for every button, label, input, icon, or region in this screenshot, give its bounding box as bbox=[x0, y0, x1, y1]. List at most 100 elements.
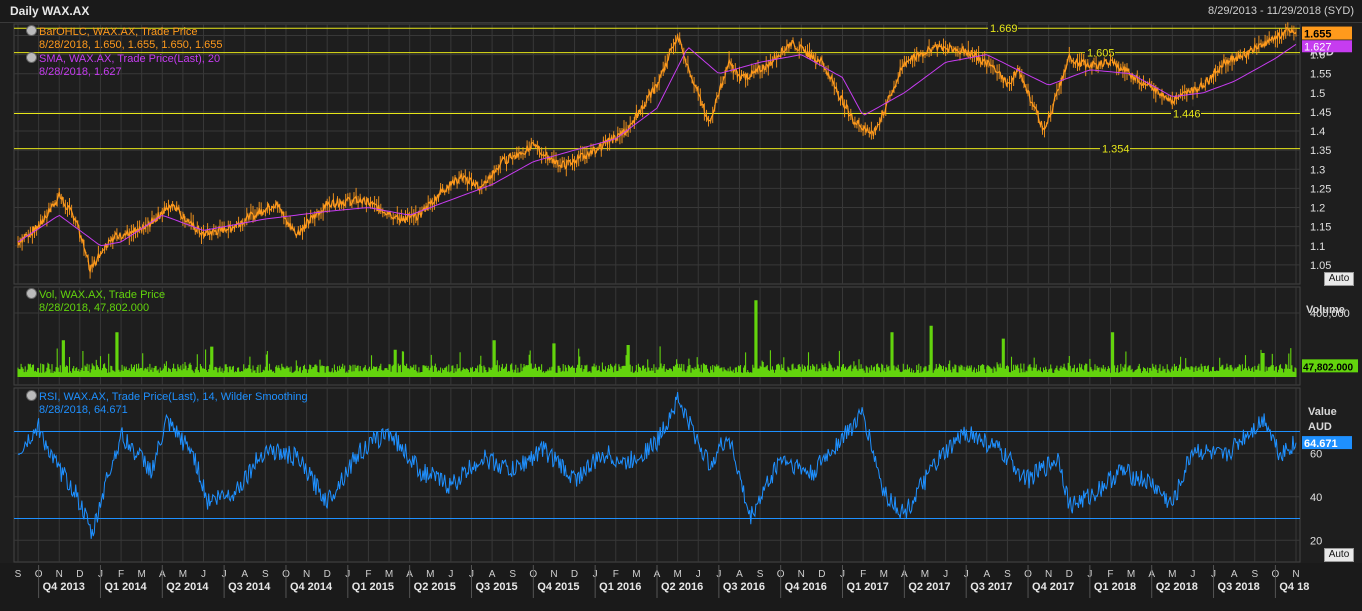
quarter-tick-label: Q3 2018 bbox=[1218, 581, 1260, 593]
rsi-legend-values: 8/28/2018, 64.671 bbox=[39, 404, 128, 416]
sma-legend-title: SMA, WAX.AX, Trade Price(Last), 20 bbox=[39, 53, 221, 65]
quarter-tick-label: Q2 2018 bbox=[1156, 581, 1198, 593]
price-tick-label: 1.15 bbox=[1310, 222, 1331, 234]
quarter-tick-label: Q4 18 bbox=[1279, 581, 1309, 593]
last-sma-value: 1.627 bbox=[1304, 41, 1332, 53]
price-tick-label: 1.05 bbox=[1310, 260, 1331, 272]
month-tick-label: D bbox=[324, 569, 331, 580]
quarter-tick-label: Q1 2015 bbox=[352, 581, 394, 593]
month-tick-label: M bbox=[880, 569, 888, 580]
legend-toggle-icon[interactable] bbox=[26, 390, 37, 401]
price-tick-label: 1.4 bbox=[1310, 126, 1325, 138]
month-tick-label: A bbox=[983, 569, 990, 580]
rsi-tick-label: 20 bbox=[1310, 535, 1322, 547]
month-tick-label: M bbox=[673, 569, 681, 580]
quarter-tick-label: Q3 2017 bbox=[970, 581, 1012, 593]
quarter-tick-label: Q4 2016 bbox=[785, 581, 827, 593]
month-tick-label: J bbox=[201, 569, 206, 580]
month-tick-label: F bbox=[613, 569, 619, 580]
month-tick-label: S bbox=[757, 569, 764, 580]
month-tick-label: F bbox=[118, 569, 124, 580]
price-tick-label: 1.1 bbox=[1310, 241, 1325, 253]
month-tick-label: N bbox=[303, 569, 310, 580]
legend-toggle-icon[interactable] bbox=[26, 25, 37, 36]
rsi-legend-title: RSI, WAX.AX, Trade Price(Last), 14, Wild… bbox=[39, 391, 308, 403]
volume-axis-label: Volume bbox=[1306, 304, 1345, 316]
last-price-value: 1.655 bbox=[1304, 29, 1332, 41]
month-tick-label: F bbox=[365, 569, 371, 580]
month-tick-label: J bbox=[448, 569, 453, 580]
price-tick-label: 1.25 bbox=[1310, 183, 1331, 195]
volume-legend-title: Vol, WAX.AX, Trade Price bbox=[39, 289, 166, 301]
month-tick-label: F bbox=[1107, 569, 1113, 580]
volume-legend[interactable]: Vol, WAX.AX, Trade Price 8/28/2018, 47,8… bbox=[26, 288, 165, 315]
quarter-tick-label: Q3 2014 bbox=[228, 581, 271, 593]
quarter-tick-label: Q4 2015 bbox=[537, 581, 579, 593]
month-tick-label: M bbox=[385, 569, 393, 580]
month-tick-label: A bbox=[736, 569, 743, 580]
legend-toggle-icon[interactable] bbox=[26, 52, 37, 63]
month-tick-label: D bbox=[1066, 569, 1073, 580]
quarter-tick-label: Q2 2017 bbox=[908, 581, 950, 593]
quarter-tick-label: Q2 2016 bbox=[661, 581, 703, 593]
reference-line-label: 1.669 bbox=[990, 23, 1018, 35]
price-auto-scale-button[interactable]: Auto bbox=[1324, 272, 1354, 286]
price-legend-title: BarOHLC, WAX.AX, Trade Price bbox=[39, 26, 198, 38]
month-tick-label: M bbox=[179, 569, 187, 580]
quarter-tick-label: Q1 2016 bbox=[599, 581, 641, 593]
volume-legend-values: 8/28/2018, 47,802.000 bbox=[39, 302, 150, 314]
price-tick-label: 1.55 bbox=[1310, 69, 1331, 81]
month-tick-label: N bbox=[1292, 569, 1299, 580]
month-tick-label: M bbox=[426, 569, 434, 580]
month-tick-label: S bbox=[262, 569, 269, 580]
month-tick-label: M bbox=[1168, 569, 1176, 580]
last-volume-value: 47,802.000 bbox=[1303, 362, 1353, 373]
price-tick-label: 1.2 bbox=[1310, 203, 1325, 215]
price-tick-label: 1.3 bbox=[1310, 164, 1325, 176]
quarter-tick-label: Q1 2017 bbox=[847, 581, 889, 593]
month-tick-label: M bbox=[1127, 569, 1135, 580]
quarter-tick-label: Q2 2015 bbox=[414, 581, 456, 593]
month-tick-label: S bbox=[1251, 569, 1258, 580]
month-tick-label: D bbox=[818, 569, 825, 580]
price-tick-label: 1.35 bbox=[1310, 145, 1331, 157]
quarter-tick-label: Q3 2015 bbox=[475, 581, 517, 593]
quarter-tick-label: Q2 2014 bbox=[166, 581, 209, 593]
quarter-tick-label: Q1 2014 bbox=[104, 581, 147, 593]
quarter-tick-label: Q4 2013 bbox=[43, 581, 85, 593]
month-tick-label: S bbox=[15, 569, 22, 580]
month-tick-label: A bbox=[1231, 569, 1238, 580]
rsi-legend[interactable]: RSI, WAX.AX, Trade Price(Last), 14, Wild… bbox=[26, 390, 308, 417]
month-tick-label: S bbox=[509, 569, 516, 580]
month-tick-label: M bbox=[921, 569, 929, 580]
price-legend[interactable]: BarOHLC, WAX.AX, Trade Price 8/28/2018, … bbox=[26, 25, 223, 79]
month-tick-label: J bbox=[696, 569, 701, 580]
month-tick-label: A bbox=[489, 569, 496, 580]
quarter-tick-label: Q4 2014 bbox=[290, 581, 333, 593]
rsi-auto-scale-button[interactable]: Auto bbox=[1324, 548, 1354, 562]
quarter-tick-label: Q1 2018 bbox=[1094, 581, 1136, 593]
rsi-axis-label: Value bbox=[1308, 406, 1337, 418]
price-tick-label: 1.5 bbox=[1310, 88, 1325, 100]
reference-line-label: 1.354 bbox=[1102, 144, 1130, 156]
month-tick-label: D bbox=[76, 569, 83, 580]
month-tick-label: N bbox=[798, 569, 805, 580]
month-tick-label: N bbox=[550, 569, 557, 580]
month-tick-label: J bbox=[1190, 569, 1195, 580]
chart-canvas[interactable]: 1.05 1.1 1.15 1.2 1.25 1.3 1.35 1.4 1.45 1.5 1.55 1… bbox=[0, 0, 1362, 611]
month-tick-label: J bbox=[943, 569, 948, 580]
chart-window: Daily WAX.AX 8/29/2013 - 11/29/2018 (SYD… bbox=[0, 0, 1362, 611]
month-tick-label: N bbox=[56, 569, 63, 580]
month-tick-label: N bbox=[1045, 569, 1052, 580]
legend-toggle-icon[interactable] bbox=[26, 288, 37, 299]
month-tick-label: F bbox=[860, 569, 866, 580]
rsi-tick-label: 40 bbox=[1310, 492, 1322, 504]
month-tick-label: A bbox=[241, 569, 248, 580]
month-tick-label: M bbox=[632, 569, 640, 580]
month-tick-label: M bbox=[138, 569, 146, 580]
rsi-axis-unit: AUD bbox=[1308, 421, 1332, 433]
quarter-tick-label: Q3 2016 bbox=[723, 581, 765, 593]
month-tick-label: D bbox=[571, 569, 578, 580]
price-tick-label: 1.45 bbox=[1310, 107, 1331, 119]
reference-line-label: 1.446 bbox=[1173, 108, 1201, 120]
